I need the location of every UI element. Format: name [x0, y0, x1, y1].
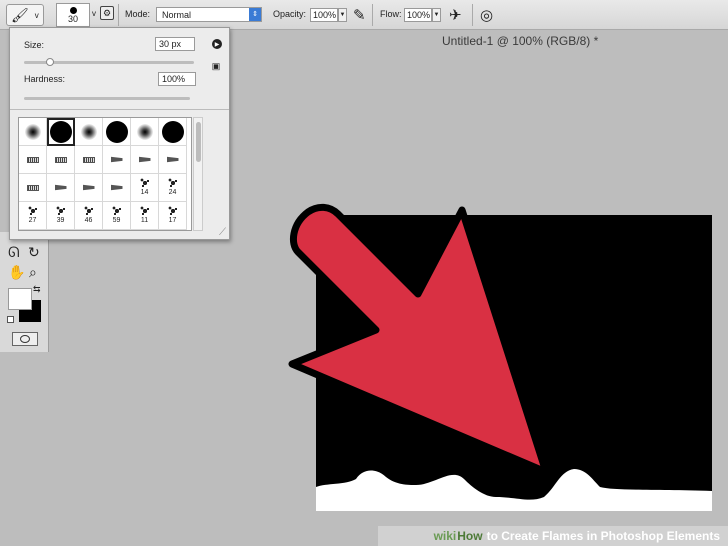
wikihow-watermark: wiki How to Create Flames in Photoshop Ele… — [378, 526, 728, 546]
watermark-brand-wiki: wiki — [433, 529, 457, 543]
watermark-caption: to Create Flames in Photoshop Elements — [486, 529, 720, 543]
red-arrow-icon — [288, 203, 550, 476]
watermark-brand-how: How — [457, 529, 483, 543]
annotation-arrow — [288, 203, 550, 476]
